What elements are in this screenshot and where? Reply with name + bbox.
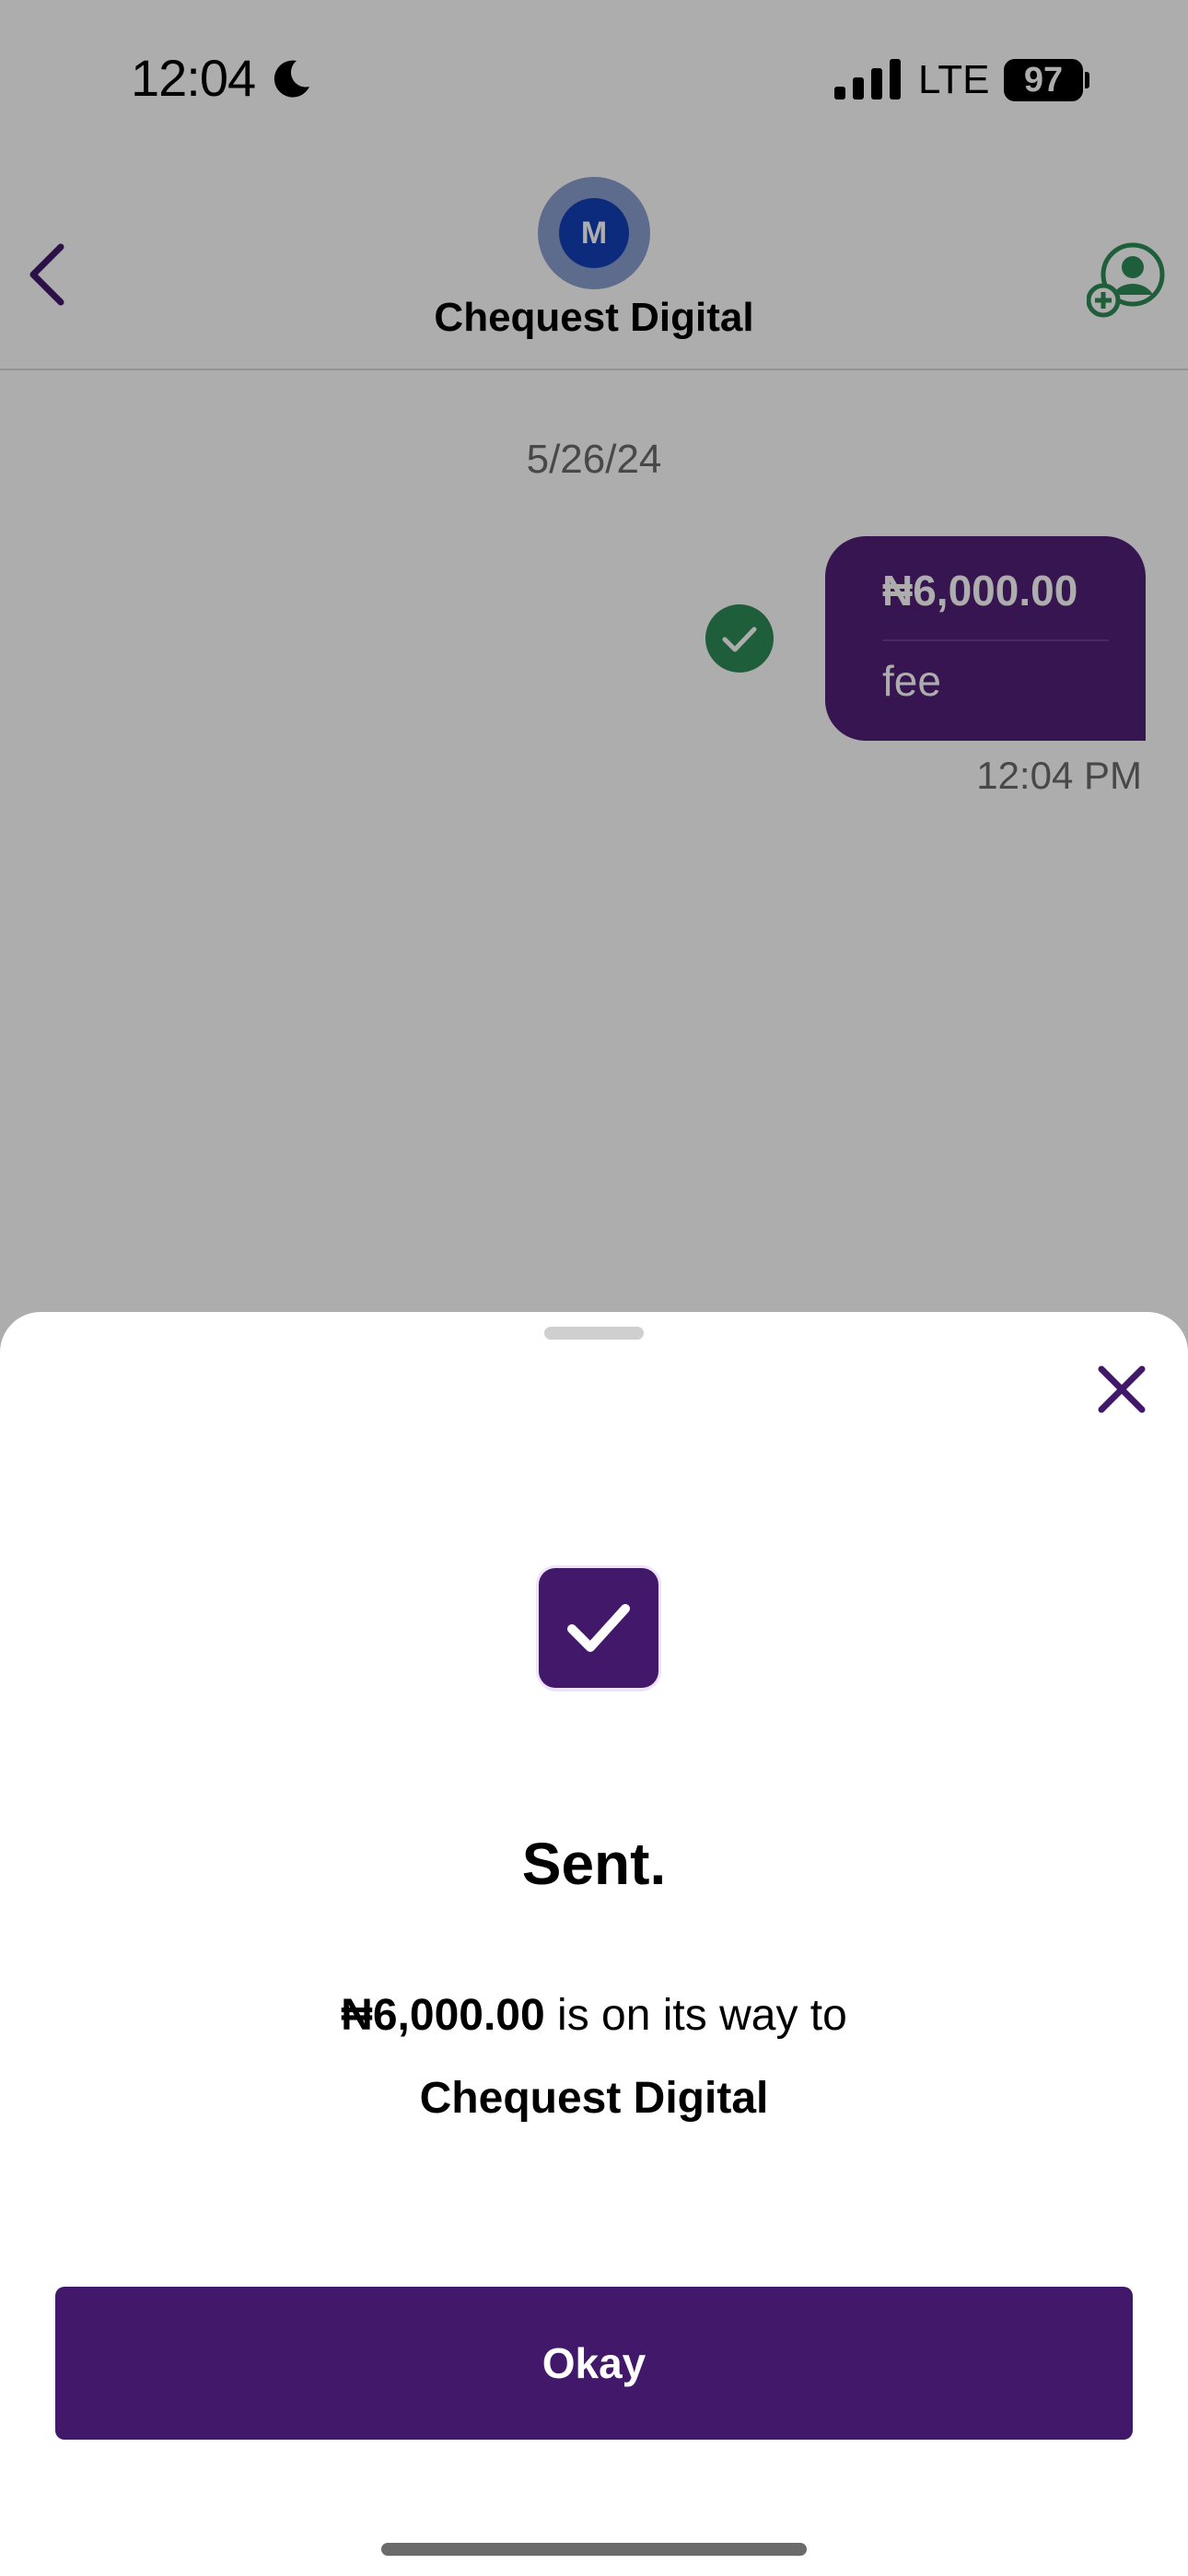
sheet-recipient: Chequest Digital <box>419 2074 769 2123</box>
success-sheet: Sent. ₦6,000.00 is on its way to Cheques… <box>0 1312 1188 2576</box>
sheet-title: Sent. <box>521 1831 667 1897</box>
home-indicator[interactable] <box>381 2543 807 2556</box>
okay-button[interactable]: Okay <box>55 2287 1133 2440</box>
success-badge <box>539 1568 658 1688</box>
sheet-handle[interactable] <box>544 1327 644 1340</box>
sheet-message-text: is on its way to <box>544 1991 847 2040</box>
sheet-amount: ₦6,000.00 <box>341 1991 545 2040</box>
checkmark-icon <box>567 1604 630 1652</box>
sheet-message: ₦6,000.00 is on its way to <box>0 1990 1188 2041</box>
close-icon[interactable] <box>1092 1360 1151 1419</box>
